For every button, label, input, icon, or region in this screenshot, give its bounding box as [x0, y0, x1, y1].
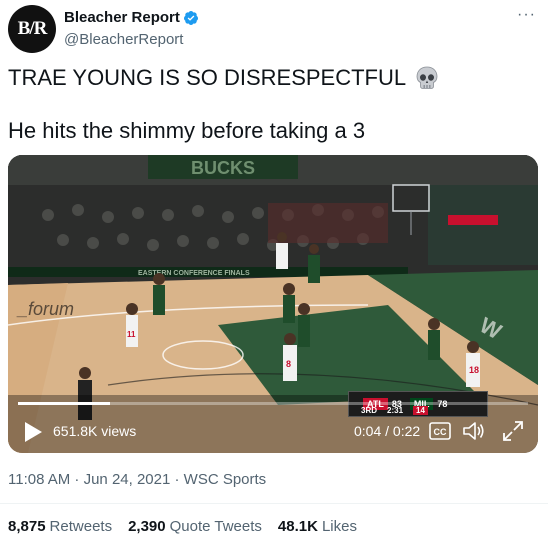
play-icon[interactable] [23, 421, 43, 443]
retweets-count: 8,875 [8, 518, 46, 535]
video-player[interactable]: BUCKS EASTERN CONFERENCE FINALS _forum W… [8, 155, 538, 453]
scorebug-clock: 2:31 [387, 406, 404, 415]
scorebug-row2: 3RD 2:31 14 [361, 406, 428, 415]
likes-count: 48.1K [277, 518, 318, 535]
quote-tweets-label: Quote Tweets [169, 518, 262, 535]
avatar[interactable]: B/R [8, 5, 56, 53]
avatar-logo-text: B/R [17, 18, 48, 39]
fullscreen-icon[interactable] [502, 420, 524, 442]
author-block[interactable]: Bleacher Report @BleacherReport [64, 9, 199, 48]
jersey-number-18: 18 [469, 365, 479, 375]
more-options-icon[interactable]: ··· [517, 6, 536, 24]
quote-tweets-count: 2,390 [128, 518, 166, 535]
display-name-row[interactable]: Bleacher Report [64, 9, 199, 26]
floor-logo-text: _forum [16, 299, 74, 319]
display-name[interactable]: Bleacher Report [64, 9, 180, 26]
jersey-number-11: 11 [127, 330, 136, 339]
video-time: 0:04 / 0:22 [354, 423, 421, 439]
tweet-line1-text: TRAE YOUNG IS SO DISRESPECTFUL [8, 65, 407, 90]
captions-icon[interactable]: CC [429, 422, 451, 440]
divider [0, 503, 548, 504]
jersey-number-8: 8 [286, 359, 291, 369]
scorebug-shot-clock: 14 [413, 406, 428, 415]
tweet-text-line1: TRAE YOUNG IS SO DISRESPECTFUL [8, 65, 440, 91]
video-progress-bar[interactable] [18, 402, 528, 405]
likes-label: Likes [321, 518, 357, 535]
verified-badge-icon [183, 10, 198, 25]
quote-tweets-stat[interactable]: 2,390 Quote Tweets [128, 518, 262, 535]
likes-stat[interactable]: 48.1K Likes [278, 518, 357, 535]
tweet-timestamp[interactable]: 11:08 AM · Jun 24, 2021 · WSC Sports [8, 471, 266, 488]
tweet-stats: 8,875 Retweets 2,390 Quote Tweets 48.1K Lik… [8, 518, 357, 535]
tweet-text-line2: He hits the shimmy before taking a 3 [8, 118, 366, 143]
scorebug-period: 3RD [361, 406, 378, 415]
svg-text:CC: CC [434, 427, 447, 437]
arena-banner-text: BUCKS [191, 158, 255, 178]
video-views: 651.8K views [53, 423, 137, 439]
skull-icon [416, 66, 438, 89]
video-progress-fill [18, 402, 110, 405]
volume-icon[interactable] [462, 420, 486, 442]
handle[interactable]: @BleacherReport [64, 31, 199, 48]
retweets-stat[interactable]: 8,875 Retweets [8, 518, 112, 535]
retweets-label: Retweets [49, 518, 113, 535]
